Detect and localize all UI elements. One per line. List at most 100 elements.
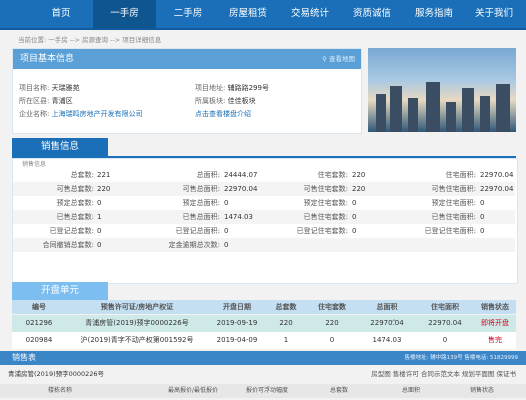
- sales-info-subtitle: 销售信息: [22, 161, 47, 168]
- residential-units: 0: [329, 336, 335, 344]
- total-units: 1: [283, 336, 289, 344]
- sales-value: 0: [97, 227, 102, 235]
- district: 青浦区: [51, 97, 73, 105]
- sales-label: 预定总套数:: [56, 199, 94, 207]
- total-area: 22970.04: [370, 319, 404, 327]
- block-label: 所属板块:: [195, 97, 226, 105]
- total-units: 220: [279, 319, 293, 327]
- tab-presale-units[interactable]: 开盘单元: [12, 282, 108, 300]
- district-row: 所在区县: 青浦区: [19, 96, 73, 106]
- company-row: 企业名称: 上海瑞鸣房地产开发有限公司: [19, 109, 143, 119]
- sales-value: 22970.04: [480, 185, 514, 193]
- open-date: 2019-04-09: [216, 336, 258, 344]
- permit-row: 青浦房管(2019)预字0000226号 房型图 售楼许可 合同示范文本 规划平…: [0, 367, 526, 381]
- col-header: 总面积: [376, 303, 398, 311]
- sales-value: 220: [97, 185, 111, 193]
- sale-status: 售完: [488, 336, 502, 344]
- basic-info-title: 项目基本信息: [20, 54, 75, 64]
- address-label: 项目地址:: [195, 84, 226, 92]
- basic-info-header: 项目基本信息 ⚲ 查看地图: [13, 49, 361, 69]
- company-label: 企业名称:: [19, 110, 50, 118]
- col-header: 住宅面积: [431, 303, 459, 311]
- district-label: 所在区县:: [19, 97, 50, 105]
- building-shape: [426, 82, 440, 132]
- nav-item-credit[interactable]: 资质诚信: [344, 0, 400, 28]
- sales-label: 定金逾期总次数:: [168, 241, 220, 249]
- sales-value: 1474.03: [224, 213, 253, 221]
- sales-value: 0: [480, 199, 485, 207]
- sales-value: 220: [352, 171, 366, 179]
- building-shape: [390, 86, 402, 132]
- sales-office-note: 售楼地址: 辅中路139号 售楼电话: 51829999: [404, 355, 518, 361]
- residential-units: 220: [325, 319, 339, 327]
- project-name: 天瑞雅苑: [51, 84, 80, 92]
- nav-item-new-house[interactable]: 一手房: [93, 0, 156, 28]
- col-header: 住宅套数: [318, 303, 346, 311]
- sales-label: 住宅套数:: [317, 171, 348, 179]
- sales-value: 0: [224, 227, 229, 235]
- sales-label: 总套数:: [70, 171, 94, 179]
- project-name-label: 项目名称:: [19, 84, 50, 92]
- block: 佳佳板块: [227, 97, 256, 105]
- sales-label: 可售住宅套数:: [303, 185, 348, 193]
- nav-item-guide[interactable]: 服务指南: [406, 0, 462, 28]
- tab-sales-info[interactable]: 销售信息: [12, 138, 108, 156]
- col-header: 总套数: [330, 387, 349, 394]
- map-link[interactable]: ⚲ 查看地图: [322, 49, 355, 69]
- presale-tabbar: 开盘单元: [12, 282, 516, 302]
- sales-value: 221: [97, 171, 111, 179]
- sales-value: 22970.04: [224, 185, 258, 193]
- nav-item-home[interactable]: 首页: [32, 0, 90, 28]
- map-link-label: 查看地图: [329, 55, 355, 63]
- nav-item-rental[interactable]: 房屋租赁: [220, 0, 276, 28]
- nav-item-about[interactable]: 关于我们: [466, 0, 522, 28]
- chevron-up-icon: ^: [391, 319, 397, 327]
- permit-text: 青浦房管(2019)预字0000226号: [8, 370, 105, 378]
- sales-label: 已登记总套数:: [49, 227, 94, 235]
- sales-value: 1: [97, 213, 102, 221]
- sales-table-title: 销售表: [12, 353, 36, 362]
- sales-label: 合同撤销总套数:: [42, 241, 94, 249]
- unit-id: 021296: [25, 319, 53, 327]
- sales-label: 住宅面积:: [445, 171, 476, 179]
- sales-value: 0: [352, 213, 357, 221]
- building-shape: [446, 102, 456, 132]
- project-name-row: 项目名称: 天瑞雅苑: [19, 83, 80, 93]
- sales-label: 预定住宅面积:: [431, 199, 476, 207]
- building-shape: [496, 84, 510, 132]
- col-header: 开盘日期: [223, 303, 251, 311]
- sales-value: 0: [480, 213, 485, 221]
- nav-item-stats[interactable]: 交易统计: [282, 0, 338, 28]
- sales-label: 可售总套数:: [56, 185, 94, 193]
- sales-value: 22970.04: [480, 171, 514, 179]
- sale-status: 即将开盘: [481, 319, 509, 327]
- residential-area: 22970.04: [428, 319, 462, 327]
- residential-area: 0: [442, 336, 448, 344]
- sales-label: 已售总面积:: [182, 213, 220, 221]
- doc-links[interactable]: 房型图 售楼许可 合同示范文本 规划平面图 保证书: [371, 367, 516, 381]
- sales-label: 已登记总面积:: [175, 227, 220, 235]
- top-nav: 首页 一手房 二手房 房屋租赁 交易统计 资质诚信 服务指南 关于我们: [0, 0, 526, 30]
- table-row[interactable]: 020984 沪(2019)青字不动产权第001592号 2019-04-09 …: [12, 332, 516, 349]
- sales-label: 已登记住宅套数:: [296, 227, 348, 235]
- sales-table-bar: 销售表 售楼地址: 辅中路139号 售楼电话: 51829999: [0, 351, 526, 365]
- breadcrumb: 当前位置: 一手房 --> 房源查询 --> 项目详细信息: [18, 36, 162, 44]
- sales-value: 0: [224, 199, 229, 207]
- sales-value: 24444.07: [224, 171, 258, 179]
- sales-label: 已登记住宅面积:: [424, 227, 476, 235]
- table-row[interactable]: 021296 青浦房管(2019)预字0000226号 2019-09-19 2…: [12, 315, 516, 332]
- sales-label: 已售住宅面积:: [431, 213, 476, 221]
- nav-item-second-hand[interactable]: 二手房: [160, 0, 216, 28]
- page: { "nav": { "items": ["首页","一手房","二手房","房…: [0, 0, 526, 400]
- sales-table-header: 楼栋名称 最高报价/最低报价 报价可浮动幅度 总套数 总面积 销售状态: [0, 384, 526, 398]
- sales-value: 0: [352, 199, 357, 207]
- sales-value: 220: [352, 185, 366, 193]
- col-header: 总面积: [402, 387, 421, 394]
- presale-table-header: 编号 预售许可证/房地产权证 开盘日期 总套数 住宅套数 总面积 住宅面积 销售…: [12, 300, 516, 314]
- project-intro-link[interactable]: 点击查看楼盘介绍: [195, 110, 251, 118]
- total-area: 1474.03: [372, 336, 402, 344]
- company-link[interactable]: 上海瑞鸣房地产开发有限公司: [52, 110, 143, 118]
- sales-label: 可售住宅面积:: [431, 185, 476, 193]
- project-basic-info: 项目基本信息 ⚲ 查看地图 项目名称: 天瑞雅苑 所在区县: 青浦区 企业名称:…: [12, 48, 362, 134]
- sales-label: 已售总套数:: [56, 213, 94, 221]
